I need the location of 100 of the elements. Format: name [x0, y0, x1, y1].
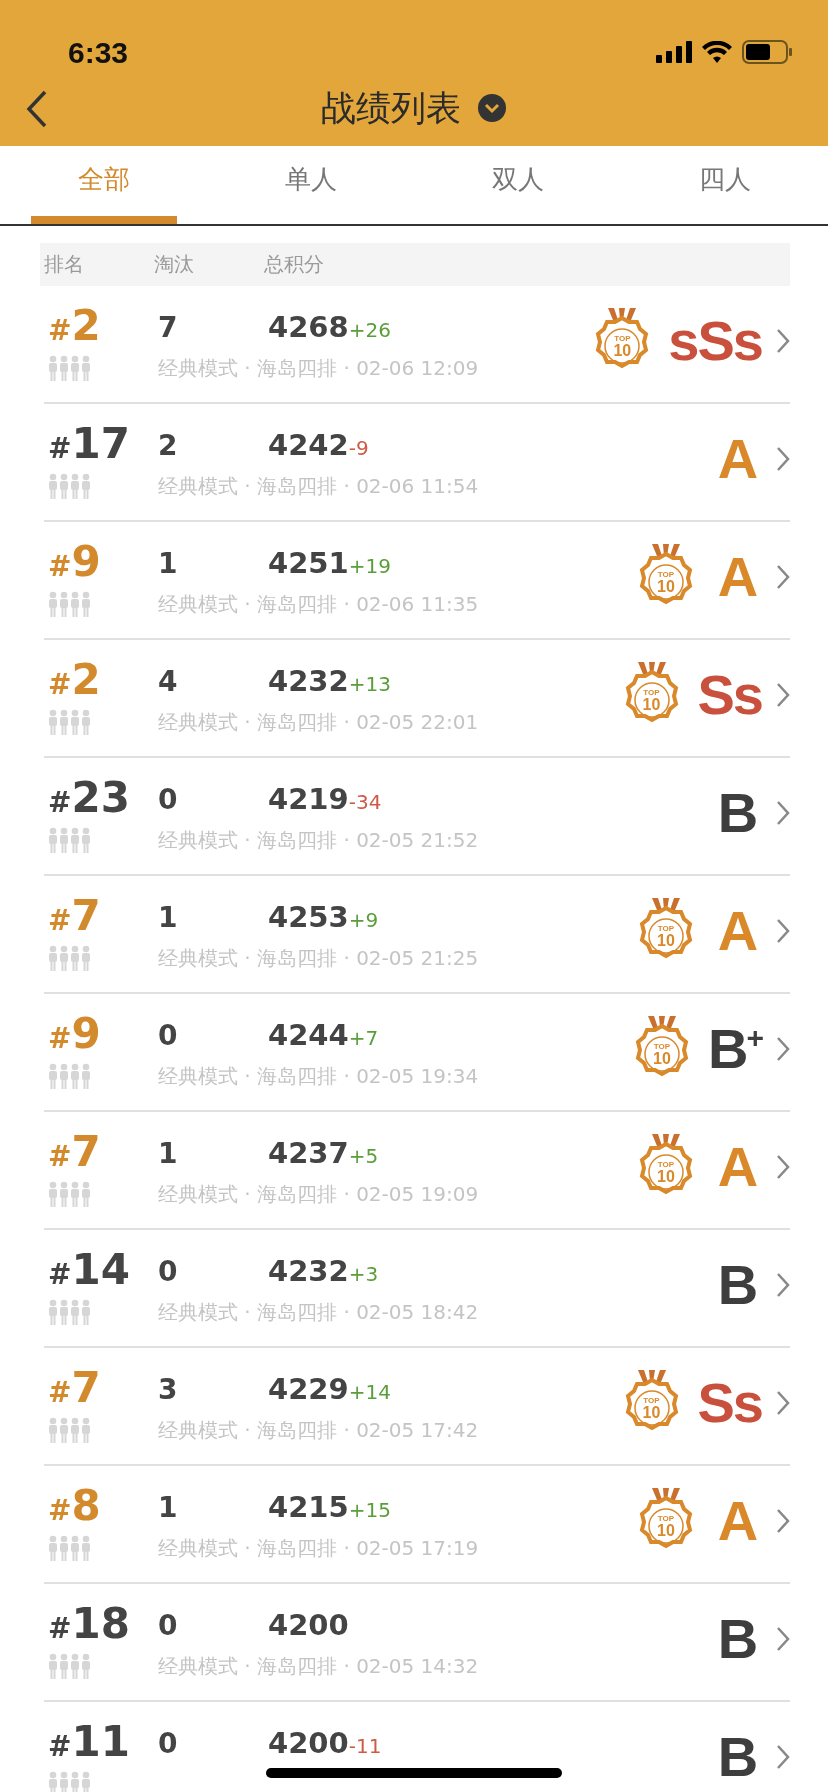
- rank: #17: [48, 419, 131, 468]
- score-change: +26: [348, 318, 391, 342]
- match-info: 经典模式 · 海岛四排 · 02-05 21:52: [158, 826, 480, 854]
- score: 4268: [268, 310, 349, 344]
- status-time: 6:33: [68, 36, 129, 70]
- signal-icon: [656, 41, 692, 63]
- squad-icon: [48, 355, 92, 381]
- score: 4200: [268, 1608, 349, 1642]
- tab[interactable]: 全部: [0, 146, 207, 224]
- chevron-icon: [776, 1508, 790, 1534]
- medal-label: TOP: [652, 1042, 672, 1051]
- grade: B: [716, 782, 758, 844]
- score-change: +3: [348, 1262, 379, 1286]
- kills: 0: [158, 781, 179, 816]
- medal-number: 10: [656, 932, 676, 950]
- rank: #7: [48, 891, 102, 940]
- score: 4232: [268, 664, 349, 698]
- grade: sSs: [668, 310, 762, 372]
- grade: A: [716, 900, 758, 962]
- kills: 1: [158, 1489, 179, 1524]
- score: 4242: [268, 428, 349, 462]
- score: 4237: [268, 1136, 349, 1170]
- battery-icon: [742, 40, 792, 64]
- chevron-icon: [776, 800, 790, 826]
- tab[interactable]: 双人: [414, 146, 621, 224]
- squad-icon: [48, 473, 92, 499]
- rank: #7: [48, 1127, 102, 1176]
- rank: #9: [48, 537, 102, 586]
- score-change: +15: [348, 1498, 391, 1522]
- grade: B: [716, 1254, 758, 1316]
- chevron-icon: [776, 1154, 790, 1180]
- squad-icon: [48, 1417, 92, 1443]
- column-header: 排名: [44, 251, 85, 278]
- squad-icon: [48, 1771, 92, 1792]
- squad-icon: [48, 1181, 92, 1207]
- grade: A: [716, 546, 758, 608]
- tab[interactable]: 四人: [621, 146, 828, 224]
- squad-icon: [48, 1299, 92, 1325]
- squad-icon: [48, 827, 92, 853]
- chevron-icon: [776, 1390, 790, 1416]
- page-title: 战绩列表: [321, 86, 461, 130]
- squad-icon: [48, 945, 92, 971]
- match-info: 经典模式 · 海岛四排 · 02-05 21:25: [158, 944, 480, 972]
- grade: Ss: [697, 664, 762, 726]
- kills: 0: [158, 1017, 179, 1052]
- column-header: 总积分: [264, 251, 325, 278]
- rank: #9: [48, 1009, 102, 1058]
- score: 4219: [268, 782, 349, 816]
- medal-label: TOP: [656, 570, 676, 579]
- score-change: +5: [348, 1144, 379, 1168]
- medal-number: 10: [656, 1168, 676, 1186]
- medal-number: 10: [641, 1404, 662, 1422]
- kills: 1: [158, 1135, 179, 1170]
- score-change: -9: [348, 436, 369, 460]
- chevron-icon: [776, 446, 790, 472]
- score-change: +14: [348, 1380, 391, 1404]
- score-change: +9: [348, 908, 379, 932]
- rank: #7: [48, 1363, 102, 1412]
- grade: A: [716, 1136, 758, 1198]
- rank: #11: [48, 1717, 131, 1766]
- squad-icon: [48, 1063, 92, 1089]
- match-info: 经典模式 · 海岛四排 · 02-05 14:32: [158, 1652, 480, 1680]
- kills: 0: [158, 1725, 179, 1760]
- rank: #18: [48, 1599, 131, 1648]
- match-info: 经典模式 · 海岛四排 · 02-06 12:09: [158, 354, 480, 382]
- medal-number: 10: [656, 578, 676, 596]
- score: 4215: [268, 1490, 349, 1524]
- kills: 0: [158, 1607, 179, 1642]
- tab[interactable]: 单人: [207, 146, 414, 224]
- dropdown-icon[interactable]: [477, 93, 507, 123]
- kills: 2: [158, 427, 179, 462]
- chevron-icon: [776, 682, 790, 708]
- score: 4253: [268, 900, 349, 934]
- chevron-icon: [776, 918, 790, 944]
- medal-number: 10: [641, 696, 662, 714]
- squad-icon: [48, 1653, 92, 1679]
- chevron-icon: [776, 564, 790, 590]
- kills: 0: [158, 1253, 179, 1288]
- medal-label: TOP: [613, 334, 632, 343]
- medal-number: 10: [612, 342, 633, 360]
- match-info: 经典模式 · 海岛四排 · 02-05 18:42: [158, 1298, 480, 1326]
- grade: A: [716, 428, 758, 490]
- kills: 3: [158, 1371, 179, 1406]
- match-info: 经典模式 · 海岛四排 · 02-05 19:09: [158, 1180, 480, 1208]
- chevron-icon: [776, 328, 790, 354]
- match-info: 经典模式 · 海岛四排 · 02-05 19:34: [158, 1062, 480, 1090]
- score-change: +13: [348, 672, 391, 696]
- match-info: 经典模式 · 海岛四排 · 02-06 11:54: [158, 472, 480, 500]
- medal-label: TOP: [656, 1160, 676, 1169]
- squad-icon: [48, 591, 92, 617]
- back-icon[interactable]: [26, 90, 48, 128]
- medal-label: TOP: [642, 688, 661, 697]
- match-info: 经典模式 · 海岛四排 · 02-05 17:42: [158, 1416, 480, 1444]
- grade: B: [716, 1608, 758, 1670]
- medal-number: 10: [652, 1050, 672, 1068]
- rank: #2: [48, 655, 102, 704]
- grade: A: [716, 1490, 758, 1552]
- squad-icon: [48, 1535, 92, 1561]
- score-change: -34: [348, 790, 382, 814]
- score-change: +7: [348, 1026, 379, 1050]
